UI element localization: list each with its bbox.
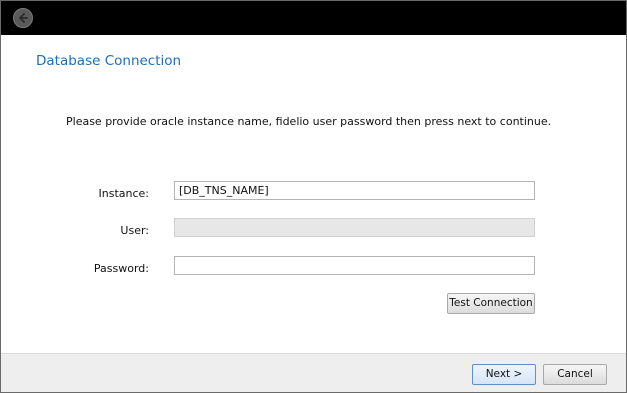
page-title: Database Connection (36, 53, 182, 69)
password-label: Password: (93, 262, 149, 275)
back-button[interactable] (13, 8, 33, 28)
password-input[interactable] (174, 256, 535, 275)
cancel-button[interactable]: Cancel (543, 364, 607, 385)
arrow-left-icon (19, 13, 28, 23)
test-connection-button[interactable]: Test Connection (447, 293, 535, 314)
user-label: User: (120, 224, 149, 237)
wizard-content: Database Connection Please provide oracl… (1, 35, 626, 353)
next-button[interactable]: Next > (472, 364, 536, 385)
setup-wizard-window: Database Connection Please provide oracl… (0, 0, 627, 393)
instance-label: Instance: (98, 187, 150, 200)
instructions-text: Please provide oracle instance name, fid… (66, 115, 552, 128)
title-bar (1, 1, 626, 35)
instance-input[interactable] (174, 181, 535, 200)
user-input[interactable] (174, 218, 535, 237)
wizard-footer: Next > Cancel (1, 353, 626, 392)
